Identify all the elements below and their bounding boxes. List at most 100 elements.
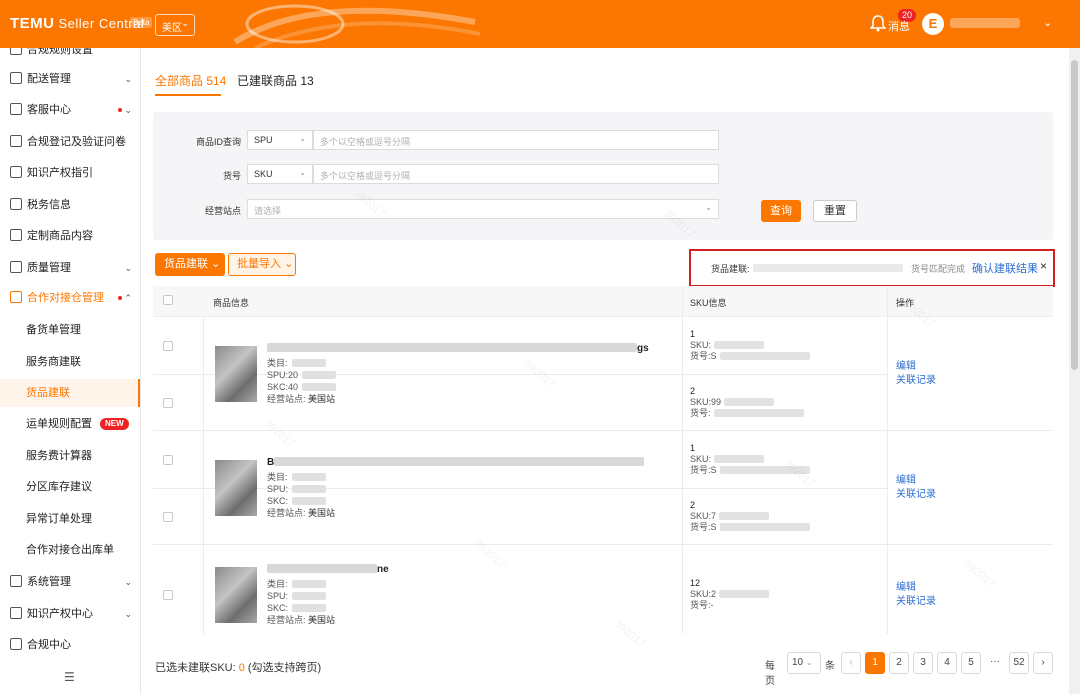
per-page-select[interactable]: 10 ⌄ xyxy=(787,652,821,674)
sku-type-select[interactable]: SKU ⌄ xyxy=(247,164,313,184)
sku-value: 99 xyxy=(711,396,722,407)
sidebar-item-label: 系统管理 xyxy=(27,576,71,588)
product-thumbnail[interactable] xyxy=(215,346,257,402)
site-select[interactable]: 请选择 ⌄ xyxy=(247,199,719,219)
edit-link[interactable]: 编辑 xyxy=(896,581,936,595)
scrollbar-thumb[interactable] xyxy=(1071,60,1078,370)
id-type-select[interactable]: SPU ⌄ xyxy=(247,130,313,150)
redacted-value xyxy=(291,359,326,367)
tab-all-products[interactable]: 全部商品 514 xyxy=(155,72,226,89)
row-operations: 编辑 关联记录 xyxy=(896,360,936,388)
sku-index: 1 xyxy=(690,328,696,339)
sidebar-item[interactable]: 备货单管理 xyxy=(0,316,140,344)
sidebar-item[interactable]: 知识产权中心 ⌄ xyxy=(0,600,140,628)
query-button[interactable]: 查询 xyxy=(761,200,801,222)
product-id-input[interactable]: 多个以空格或逗号分隔 xyxy=(313,130,719,150)
code-value: S xyxy=(710,521,717,532)
sidebar-item-label: 配送管理 xyxy=(27,73,71,85)
temu-logo[interactable]: TEMU Seller Central xyxy=(10,15,144,32)
reset-button[interactable]: 重置 xyxy=(813,200,857,222)
id-type-value: SPU xyxy=(254,135,273,145)
username-redacted[interactable] xyxy=(950,18,1020,28)
edit-link[interactable]: 编辑 xyxy=(896,474,936,488)
sidebar-item[interactable]: 服务费计算器 xyxy=(0,442,140,470)
redacted-value xyxy=(302,371,337,379)
sku-index: 2 xyxy=(690,385,696,396)
sidebar-item[interactable]: 客服中心 ⌄ xyxy=(0,96,140,124)
code-label: 货号: xyxy=(690,600,711,610)
sidebar-item[interactable]: 合作对接仓管理 ⌃ xyxy=(0,284,140,312)
prev-page-button[interactable]: ‹ xyxy=(841,652,861,674)
batch-import-button[interactable]: 批量导入 ⌄ xyxy=(228,253,296,276)
sidebar-item-label: 合作对接仓管理 xyxy=(27,292,104,304)
sidebar-item[interactable]: 定制商品内容 xyxy=(0,222,140,250)
product-title[interactable]: B xyxy=(267,457,665,468)
page-button[interactable]: 1 xyxy=(865,652,885,674)
confirm-link-result-link[interactable]: 确认建联结果 xyxy=(972,260,1038,276)
notice-redacted-text xyxy=(753,264,903,272)
sku-info: 2 SKU:99 货号: xyxy=(690,386,804,419)
sidebar-item[interactable]: 合规登记及验证问卷 xyxy=(0,128,140,156)
link-records-link[interactable]: 关联记录 xyxy=(896,595,936,609)
sidebar-item[interactable]: 货品建联 xyxy=(0,379,140,407)
sidebar-item[interactable]: 分区库存建议 xyxy=(0,473,140,501)
region-select[interactable]: 美区 ⌄ xyxy=(155,14,195,36)
row-checkbox[interactable] xyxy=(163,511,173,522)
sku-id-line: SKU:99 xyxy=(690,397,804,408)
tab-linked-products[interactable]: 已建联商品 13 xyxy=(237,72,314,89)
redacted-title xyxy=(274,457,645,466)
product-thumbnail[interactable] xyxy=(215,567,257,623)
sidebar-item[interactable]: 质量管理 ⌄ xyxy=(0,254,140,282)
sidebar-item[interactable]: 税务信息 xyxy=(0,191,140,219)
next-page-button[interactable]: › xyxy=(1033,652,1053,674)
sidebar-item[interactable]: 服务商建联 xyxy=(0,348,140,376)
chevron-down-icon[interactable]: ⌄ xyxy=(1043,16,1052,29)
skc-label: SKC: xyxy=(267,603,289,613)
messages-label[interactable]: 消息 xyxy=(888,18,910,34)
bell-icon[interactable] xyxy=(870,14,886,32)
sidebar-item[interactable]: 合作对接仓出库单 xyxy=(0,536,140,564)
sidebar-item[interactable]: 合规规则设置 xyxy=(0,48,140,64)
product-thumbnail[interactable] xyxy=(215,460,257,516)
link-records-link[interactable]: 关联记录 xyxy=(896,488,936,502)
row-operations: 编辑 关联记录 xyxy=(896,581,936,609)
sidebar-item-label: 合规登记及验证问卷 xyxy=(27,136,126,148)
logo-text: TEMU xyxy=(10,15,55,32)
site-value: 美国站 xyxy=(308,508,336,518)
redacted-value xyxy=(719,590,770,598)
page-button[interactable]: 2 xyxy=(889,652,909,674)
code-value: - xyxy=(710,600,714,610)
product-title[interactable]: ne xyxy=(267,564,665,575)
selected-hint: (勾选支持跨页) xyxy=(247,662,322,674)
link-goods-button[interactable]: 货品建联 ⌄ xyxy=(155,253,225,276)
sku-code-input[interactable]: 多个以空格或逗号分隔 xyxy=(313,164,719,184)
redacted-value xyxy=(714,340,765,349)
redacted-title xyxy=(267,343,637,352)
row-checkbox[interactable] xyxy=(163,397,173,408)
sidebar-item[interactable]: 合规中心 xyxy=(0,631,140,659)
edit-link[interactable]: 编辑 xyxy=(896,360,936,374)
close-icon[interactable]: × xyxy=(1040,259,1047,273)
collapse-sidebar-icon[interactable]: ☰ xyxy=(64,670,75,684)
row-checkbox[interactable] xyxy=(163,340,173,351)
row-checkbox[interactable] xyxy=(163,454,173,465)
page-button[interactable]: 52 xyxy=(1009,652,1029,674)
page-button[interactable]: 5 xyxy=(961,652,981,674)
chevron-down-icon: ⌄ xyxy=(211,258,221,270)
select-all-checkbox[interactable] xyxy=(163,295,173,305)
sidebar-item[interactable]: 知识产权指引 xyxy=(0,159,140,187)
sidebar-item[interactable]: 运单规则配置 NEW xyxy=(0,410,140,438)
sidebar-item[interactable]: 系统管理 ⌄ xyxy=(0,568,140,596)
row-checkbox[interactable] xyxy=(163,590,173,600)
table-row: 1 SKU: 货号:S 2 SKU:7 货号:S B 类目: SPU: SKC: 经营站点: 美国站… xyxy=(153,431,1053,545)
link-records-link[interactable]: 关联记录 xyxy=(896,374,936,388)
selected-label: 已选未建联SKU: xyxy=(155,662,236,674)
category-line: 类目: xyxy=(267,357,336,369)
sidebar-item[interactable]: 异常订单处理 xyxy=(0,505,140,533)
avatar[interactable]: E xyxy=(922,13,944,35)
sidebar-item[interactable]: 配送管理 ⌄ xyxy=(0,65,140,93)
product-title[interactable]: gs xyxy=(267,343,665,354)
page-button[interactable]: 3 xyxy=(913,652,933,674)
spu-line: SPU: xyxy=(267,590,335,602)
page-button[interactable]: 4 xyxy=(937,652,957,674)
